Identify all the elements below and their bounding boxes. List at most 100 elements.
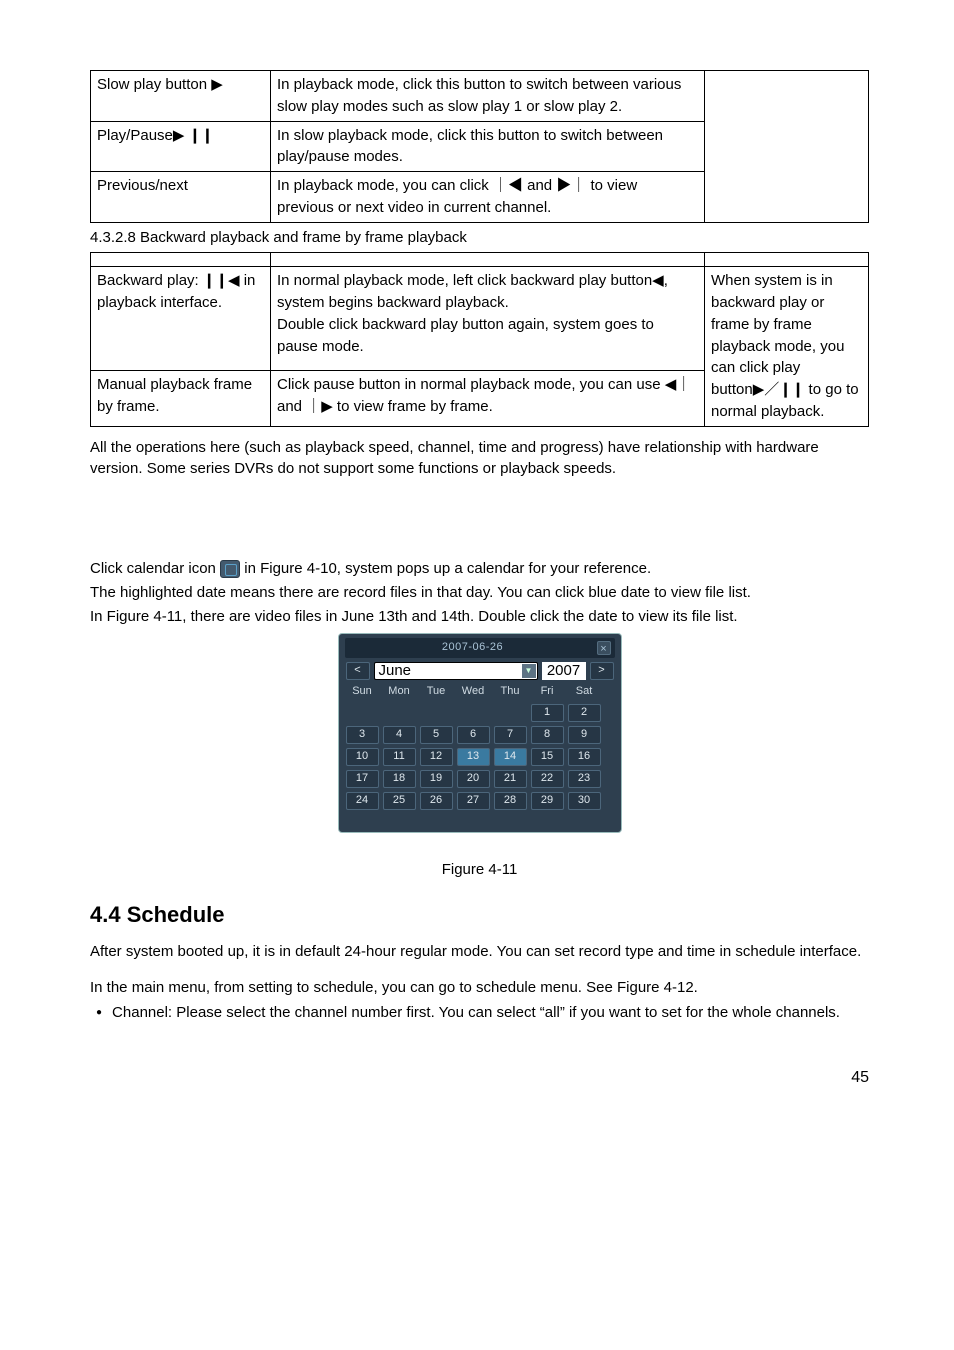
page-number: 45 [90, 1066, 869, 1089]
cell: When system is in backward play or frame… [705, 267, 869, 426]
calendar-cell[interactable]: 26 [420, 792, 453, 810]
calendar-row: 12 [346, 704, 614, 722]
calendar-cell[interactable]: 30 [568, 792, 601, 810]
dropdown-icon: ▼ [522, 664, 536, 678]
calendar-cell[interactable]: 8 [531, 726, 564, 744]
calendar-cell [383, 704, 416, 722]
day-head: Wed [457, 684, 490, 700]
calendar-popup: 2007-06-26 × < June ▼ 2007 > Sun Mon Tue… [338, 633, 622, 833]
day-head: Sat [568, 684, 601, 700]
text: Backward play: ❙❙◀ in playback interface… [97, 272, 255, 311]
calendar-cell[interactable]: 25 [383, 792, 416, 810]
calendar-cell[interactable]: 14 [494, 748, 527, 766]
text: In playback mode, click this button to s… [277, 76, 681, 115]
calendar-cell[interactable]: 28 [494, 792, 527, 810]
text: Previous/next [97, 177, 188, 194]
calendar-cell[interactable]: 3 [346, 726, 379, 744]
calendar-cell[interactable]: 11 [383, 748, 416, 766]
text: Manual playback frame by frame. [97, 376, 252, 415]
calendar-cell [420, 704, 453, 722]
calendar-cell[interactable]: 4 [383, 726, 416, 744]
paragraph: Click calendar icon in Figure 4-10, syst… [90, 558, 869, 580]
close-icon[interactable]: × [597, 641, 611, 655]
paragraph: After system booted up, it is in default… [90, 941, 869, 963]
calendar-cell[interactable]: 13 [457, 748, 490, 766]
prev-month-button[interactable]: < [346, 662, 370, 680]
text: Click pause button in normal playback mo… [277, 376, 691, 415]
calendar-nav-row: < June ▼ 2007 > [346, 662, 614, 680]
cell: Manual playback frame by frame. [91, 370, 271, 426]
bullet-list: Channel: Please select the channel numbe… [90, 1002, 869, 1024]
section-heading: 4.4 Schedule [90, 899, 869, 931]
playback-controls-table: Slow play button ▶ In playback mode, cli… [90, 70, 869, 223]
next-month-button[interactable]: > [590, 662, 614, 680]
cell-empty [271, 253, 705, 267]
day-head: Sun [346, 684, 379, 700]
year-input[interactable]: 2007 [542, 662, 586, 680]
calendar-cell[interactable]: 27 [457, 792, 490, 810]
cell: Backward play: ❙❙◀ in playback interface… [91, 267, 271, 371]
calendar-cell[interactable]: 12 [420, 748, 453, 766]
paragraph: All the operations here (such as playbac… [90, 437, 869, 481]
calendar-cell[interactable]: 20 [457, 770, 490, 788]
calendar-cell[interactable]: 6 [457, 726, 490, 744]
calendar-cell[interactable]: 5 [420, 726, 453, 744]
text: in Figure 4-10, system pops up a calenda… [244, 560, 651, 577]
calendar-cell [457, 704, 490, 722]
paragraph: The highlighted date means there are rec… [90, 582, 869, 604]
calendar-header-row: Sun Mon Tue Wed Thu Fri Sat [346, 684, 614, 700]
calendar-cell[interactable]: 2 [568, 704, 601, 722]
month-select[interactable]: June ▼ [374, 662, 538, 680]
calendar-cell[interactable]: 22 [531, 770, 564, 788]
text: In slow playback mode, click this button… [277, 127, 663, 166]
cell: In slow playback mode, click this button… [271, 121, 705, 172]
text: When system is in backward play or frame… [711, 272, 844, 376]
cell: Previous/next [91, 172, 271, 223]
calendar-cell [346, 704, 379, 722]
text: Play/Pause▶ ❙❙ [97, 127, 214, 144]
day-head: Tue [420, 684, 453, 700]
month-label: June [379, 660, 412, 682]
figure-caption: Figure 4-11 [90, 859, 869, 881]
calendar-cell[interactable]: 10 [346, 748, 379, 766]
cell: Play/Pause▶ ❙❙ [91, 121, 271, 172]
text: Click calendar icon [90, 560, 216, 577]
paragraph: In Figure 4-11, there are video files in… [90, 606, 869, 628]
calendar-cell[interactable]: 9 [568, 726, 601, 744]
calendar-cell[interactable]: 21 [494, 770, 527, 788]
calendar-row: 3456789 [346, 726, 614, 744]
text: In normal playback mode, left click back… [277, 272, 668, 354]
cell: Click pause button in normal playback mo… [271, 370, 705, 426]
cell: Slow play button ▶ [91, 71, 271, 122]
calendar-titlebar: 2007-06-26 × [345, 638, 615, 658]
calendar-cell[interactable]: 19 [420, 770, 453, 788]
backward-frame-table: Backward play: ❙❙◀ in playback interface… [90, 252, 869, 426]
calendar-icon [220, 560, 240, 578]
cell: In normal playback mode, left click back… [271, 267, 705, 371]
day-head: Fri [531, 684, 564, 700]
calendar-cell[interactable]: 23 [568, 770, 601, 788]
cell-empty [705, 71, 869, 223]
cell: In playback mode, you can click ｜◀ and ▶… [271, 172, 705, 223]
day-head: Mon [383, 684, 416, 700]
list-item: Channel: Please select the channel numbe… [114, 1002, 869, 1024]
cell-empty [705, 253, 869, 267]
calendar-cell[interactable]: 1 [531, 704, 564, 722]
calendar-grid: Sun Mon Tue Wed Thu Fri Sat 123456789101… [345, 684, 615, 810]
calendar-cell[interactable]: 29 [531, 792, 564, 810]
paragraph: In the main menu, from setting to schedu… [90, 977, 869, 999]
calendar-cell[interactable]: 16 [568, 748, 601, 766]
calendar-row: 17181920212223 [346, 770, 614, 788]
calendar-cell[interactable]: 24 [346, 792, 379, 810]
calendar-cell[interactable]: 7 [494, 726, 527, 744]
section-heading: 4.3.2.8 Backward playback and frame by f… [90, 227, 869, 249]
text: Slow play button ▶ [97, 76, 223, 93]
cell-empty [91, 253, 271, 267]
calendar-row: 24252627282930 [346, 792, 614, 810]
cell: In playback mode, click this button to s… [271, 71, 705, 122]
calendar-cell[interactable]: 17 [346, 770, 379, 788]
calendar-cell[interactable]: 15 [531, 748, 564, 766]
calendar-cell[interactable]: 18 [383, 770, 416, 788]
day-head: Thu [494, 684, 527, 700]
calendar-cell [494, 704, 527, 722]
